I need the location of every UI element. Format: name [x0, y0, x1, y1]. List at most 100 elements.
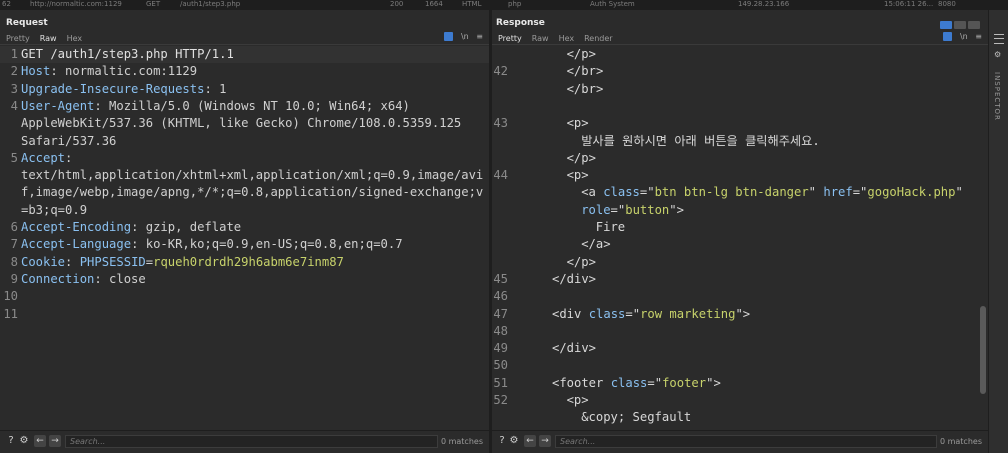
code-line: 52 <p> — [492, 392, 988, 409]
token: =" — [647, 375, 663, 390]
request-search-bar: ? ⚙ ← → 0 matches — [0, 430, 489, 453]
token: </p> — [566, 254, 596, 269]
newline-toggle-icon[interactable]: \n — [461, 32, 469, 41]
code-line: 9 Connection: close — [0, 271, 489, 288]
line-text: Upgrade-Insecure-Requests: 1 — [21, 81, 226, 98]
line-number: 45 — [493, 271, 508, 286]
tab-response-hex[interactable]: Hex — [555, 34, 579, 44]
token: btn btn-lg btn-danger — [654, 185, 809, 200]
code-line: Fire — [492, 219, 988, 236]
token: <p> — [566, 168, 589, 183]
tab-request-hex[interactable]: Hex — [63, 34, 87, 44]
forward-arrow-icon[interactable]: → — [539, 435, 551, 447]
token: =b3;q=0.9 — [21, 202, 88, 217]
line-number: 5 — [10, 150, 18, 165]
token: button — [625, 202, 670, 217]
tab-response-raw[interactable]: Raw — [528, 34, 553, 44]
token: : 1 — [204, 81, 227, 96]
line-text: </br> — [567, 81, 604, 98]
token: class — [610, 375, 648, 390]
newline-toggle-icon[interactable]: \n — [960, 32, 968, 41]
line-text: </div> — [552, 271, 596, 288]
token: "> — [669, 202, 684, 217]
history-cell-num: 62 — [2, 0, 11, 8]
response-search-input[interactable] — [555, 435, 937, 448]
line-text: </p> — [567, 150, 596, 167]
code-line: text/html,application/xhtml+xml,applicat… — [0, 167, 489, 184]
wrap-lines-icon[interactable] — [444, 32, 454, 41]
forward-arrow-icon[interactable]: → — [49, 435, 61, 447]
line-number: 4 — [10, 98, 18, 113]
line-text: </p> — [567, 254, 596, 271]
token: Connection — [21, 271, 95, 286]
request-editor-tools: \n ≡ — [439, 32, 483, 41]
response-match-count: 0 matches — [939, 437, 982, 446]
token: </p> — [566, 47, 596, 61]
code-line: </p> — [492, 254, 988, 271]
line-text: </div> — [552, 340, 596, 357]
history-cell-length: 1664 — [425, 0, 443, 8]
back-arrow-icon[interactable]: ← — [34, 435, 46, 447]
menu-icon[interactable]: ≡ — [975, 32, 982, 41]
token: <div — [552, 306, 589, 321]
line-number: 6 — [10, 220, 18, 234]
token: =" — [625, 306, 641, 321]
settings-icon[interactable]: ⚙ — [18, 435, 30, 447]
line-text: &copy; Segfault — [581, 409, 691, 426]
inspector-sidebar[interactable]: ⚙ INSPECTOR — [988, 10, 1008, 453]
token: "> — [706, 375, 721, 390]
help-icon[interactable]: ? — [5, 435, 17, 447]
request-pane: Request Pretty Raw Hex \n ≡ 1 GET /auth1/st… — [0, 10, 489, 453]
token: gogoHack.php — [867, 185, 956, 200]
token: : close — [94, 271, 146, 286]
inspector-label[interactable]: INSPECTOR — [993, 72, 1001, 121]
line-number: 7 — [10, 237, 18, 252]
layout-horizontal-icon[interactable] — [954, 21, 966, 29]
history-cell-port: 8080 — [938, 0, 956, 8]
inspector-settings-icon[interactable]: ⚙ — [994, 50, 1001, 59]
line-number: 10 — [3, 289, 18, 304]
help-icon[interactable]: ? — [496, 435, 508, 447]
code-line: Safari/537.36 — [0, 133, 489, 150]
back-arrow-icon[interactable]: ← — [524, 435, 536, 447]
layout-tabs-icon[interactable] — [968, 21, 980, 29]
response-search-bar: ? ⚙ ← → 0 matches — [492, 430, 988, 453]
token: = — [145, 254, 154, 269]
line-text: Accept-Encoding: gzip, deflate — [21, 219, 241, 236]
token: =" — [852, 185, 868, 200]
tab-response-render[interactable]: Render — [580, 34, 616, 44]
inspector-menu-icon[interactable] — [994, 34, 1004, 44]
wrap-lines-icon[interactable] — [943, 32, 953, 41]
token: class — [603, 185, 640, 200]
line-text: f,image/webp,image/apng,*/*;q=0.8,applic… — [21, 184, 483, 201]
response-editor[interactable]: </p> 42 </br> </br> 43 <p> 발사를 원하시면 아래 버튼을 클릭해… — [492, 46, 988, 431]
line-number: 42 — [493, 64, 508, 79]
history-row[interactable]: 62 http://normaltic.com:1129 GET /auth1/… — [0, 0, 1008, 10]
tab-divider — [492, 44, 988, 45]
code-line: 49 </div> — [492, 340, 988, 357]
response-scrollbar[interactable] — [980, 306, 986, 394]
settings-icon[interactable]: ⚙ — [508, 435, 520, 447]
history-cell-title: Auth System — [590, 0, 635, 8]
line-text: <footer class="footer"> — [552, 375, 721, 392]
line-text: AppleWebKit/537.36 (KHTML, like Gecko) C… — [21, 115, 461, 132]
token: Accept — [21, 150, 66, 165]
line-number: 49 — [493, 341, 508, 356]
request-editor[interactable]: 1 GET /auth1/step3.php HTTP/1.1 2 Host: nor… — [0, 46, 489, 431]
layout-side-by-side-icon[interactable] — [940, 21, 952, 29]
line-number: 47 — [493, 306, 508, 321]
token: </div> — [552, 341, 597, 356]
line-number: 46 — [493, 289, 508, 304]
code-line: f,image/webp,image/apng,*/*;q=0.8,applic… — [0, 184, 489, 201]
request-search-input[interactable] — [65, 435, 438, 448]
tab-request-pretty[interactable]: Pretty — [2, 34, 34, 44]
token: text/html,application/xhtml+xml,applicat… — [21, 168, 484, 183]
line-number: 9 — [10, 271, 18, 286]
code-line: 2 Host: normaltic.com:1129 — [0, 63, 489, 80]
token: : — [65, 150, 73, 165]
menu-icon[interactable]: ≡ — [476, 32, 483, 41]
line-number: 3 — [10, 81, 18, 96]
code-line: 11 — [0, 306, 489, 323]
token: " — [955, 185, 963, 200]
